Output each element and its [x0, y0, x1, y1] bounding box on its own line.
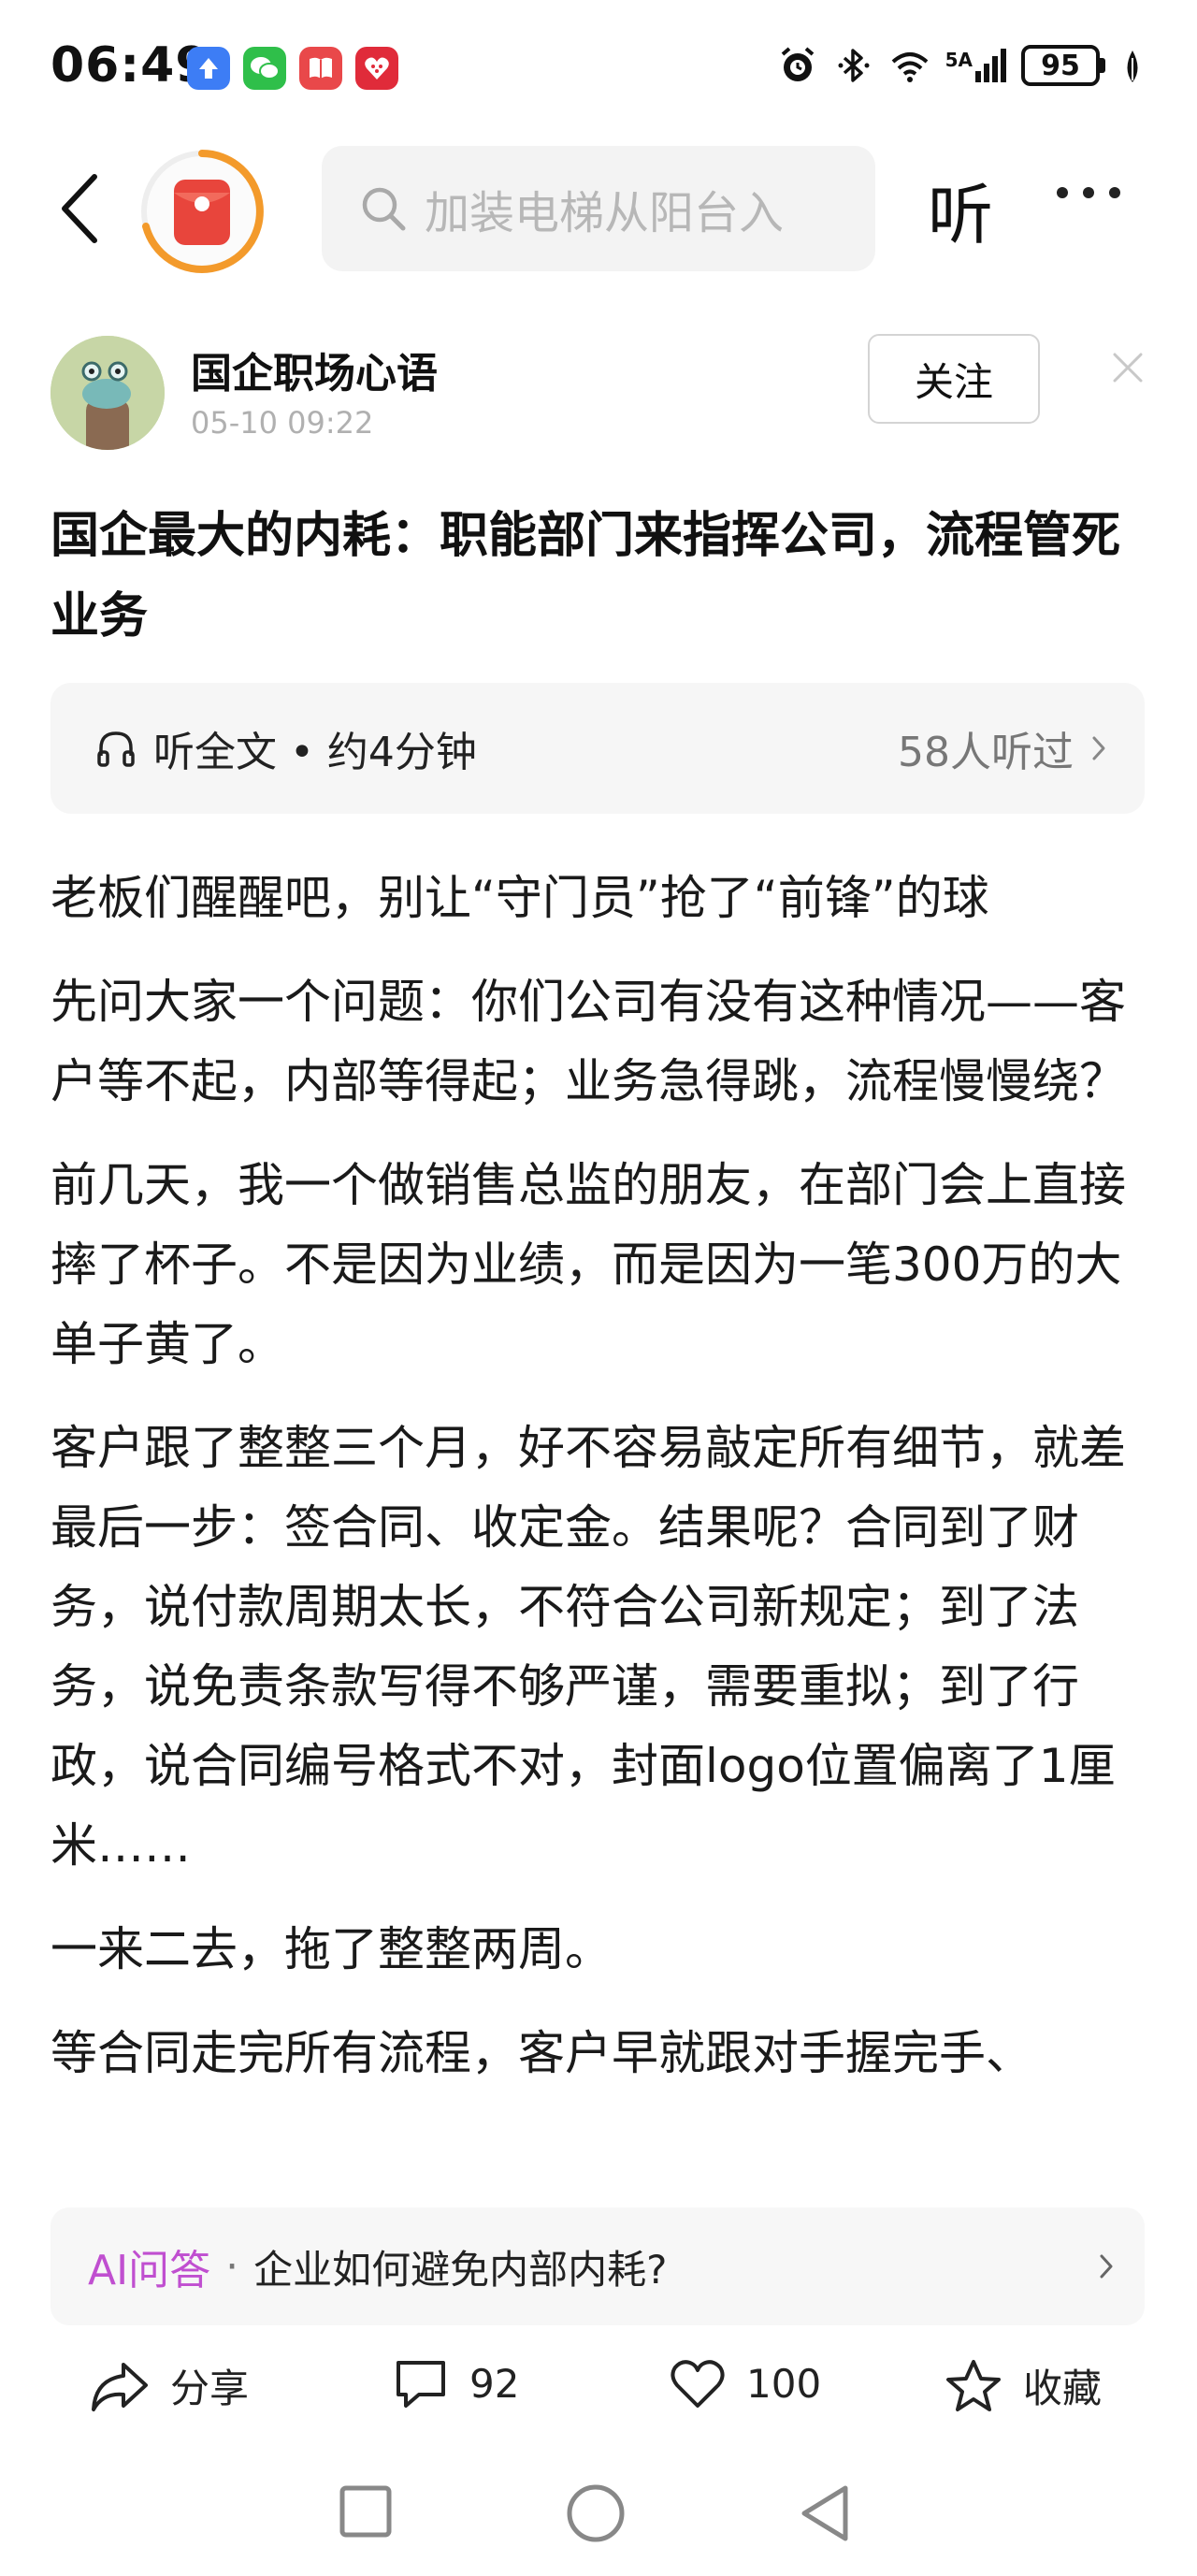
author-name[interactable]: 国企职场心语 — [191, 340, 438, 399]
bottom-action-bar: 分享 92 100 收藏 — [0, 2338, 1197, 2451]
article-paragraph: 先问大家一个问题：你们公司有没有这种情况——客户等不起，内部等得起；业务急得跳，… — [50, 975, 1126, 1108]
signal-icon: 5A — [945, 49, 1006, 82]
chevron-right-icon — [1100, 2254, 1113, 2279]
comment-button[interactable]: 92 — [393, 2357, 519, 2410]
status-right-group: 5A 95 — [777, 45, 1145, 86]
like-count: 100 — [746, 2360, 822, 2407]
heart-icon — [671, 2360, 725, 2408]
ai-qa-bar[interactable]: AI问答 · 企业如何避免内部内耗? — [50, 2207, 1145, 2325]
red-envelope-icon — [141, 150, 264, 273]
ai-qa-label: AI问答 — [88, 2247, 211, 2294]
alarm-icon — [781, 47, 814, 81]
status-bar: 06:49 5A 95 — [0, 0, 1197, 140]
share-button[interactable]: 分享 — [90, 2357, 249, 2414]
listen-label-group: 听全文 • 约4分钟 — [95, 718, 477, 778]
author-avatar[interactable] — [50, 336, 165, 450]
gift-icon — [355, 47, 398, 90]
ai-qa-separator: · — [225, 2242, 239, 2291]
book-icon — [299, 47, 342, 90]
comment-count: 92 — [469, 2360, 520, 2407]
network-type: 5A — [945, 49, 973, 71]
listen-button[interactable]: 听 — [928, 163, 993, 257]
status-time: 06:49 — [50, 37, 210, 94]
listen-full-text-label: 听全文 • 约4分钟 — [153, 729, 477, 776]
article-paragraph: 等合同走完所有流程，客户早就跟对手握完手、 — [50, 2026, 1032, 2080]
upload-icon — [187, 47, 230, 90]
bluetooth-icon — [838, 49, 870, 82]
article-paragraph: 一来二去，拖了整整两周。 — [50, 1922, 612, 1976]
article-paragraph: 老板们醒醒吧，别让“守门员”抢了“前锋”的球 — [50, 871, 989, 925]
home-icon[interactable] — [565, 2482, 627, 2544]
system-navigation-bar — [0, 2469, 1197, 2576]
snail-avatar-icon — [50, 336, 165, 450]
battery-indicator: 95 — [1021, 45, 1105, 86]
star-icon — [946, 2359, 1001, 2411]
author-row: 国企职场心语 05-10 09:22 关注 — [0, 332, 1197, 454]
search-placeholder: 加装电梯从阳台入 — [425, 187, 785, 239]
more-dot-icon — [1057, 187, 1068, 198]
like-button[interactable]: 100 — [670, 2357, 821, 2410]
search-icon — [362, 187, 406, 231]
app-logo-button[interactable] — [138, 148, 266, 275]
headphones-icon — [97, 731, 135, 767]
comment-icon — [397, 2361, 445, 2408]
status-app-icons — [187, 47, 398, 90]
more-options-button[interactable] — [1057, 187, 1120, 198]
article-title: 国企最大的内耗：职能部门来指挥公司，流程管死业务 — [50, 508, 1121, 644]
leaf-icon — [1127, 51, 1138, 82]
listener-count: 58人听过 — [898, 729, 1074, 776]
battery-tip — [1100, 58, 1105, 73]
chevron-left-icon — [62, 174, 97, 243]
listen-full-text-bar[interactable]: 听全文 • 约4分钟 58人听过 — [50, 683, 1145, 814]
more-dot-icon — [1109, 187, 1120, 198]
wifi-icon — [891, 52, 928, 82]
recent-apps-icon[interactable] — [337, 2482, 395, 2540]
share-icon — [92, 2362, 148, 2411]
battery-level: 95 — [1021, 45, 1100, 86]
ai-qa-question: 企业如何避免内部内耗? — [253, 2246, 668, 2293]
back-button[interactable] — [47, 166, 112, 251]
follow-button[interactable]: 关注 — [868, 334, 1040, 424]
top-header: 加装电梯从阳台入 听 — [0, 140, 1197, 273]
article-paragraph: 客户跟了整整三个月，好不容易敲定所有细节，就差最后一步：签合同、收定金。结果呢？… — [50, 1421, 1126, 1873]
search-bar[interactable]: 加装电梯从阳台入 — [322, 146, 875, 271]
article-body: 老板们醒醒吧，别让“守门员”抢了“前锋”的球 先问大家一个问题：你们公司有没有这… — [50, 859, 1154, 2118]
listener-count-group: 58人听过 — [898, 718, 1107, 778]
close-icon[interactable] — [1109, 349, 1147, 386]
back-nav-icon[interactable] — [797, 2482, 853, 2544]
more-dot-icon — [1083, 187, 1094, 198]
wechat-icon — [243, 47, 286, 90]
favorite-button[interactable]: 收藏 — [945, 2357, 1102, 2414]
chevron-right-icon — [1092, 736, 1105, 760]
article-paragraph: 前几天，我一个做销售总监的朋友，在部门会上直接摔了杯子。不是因为业绩，而是因为一… — [50, 1158, 1126, 1371]
publish-time: 05-10 09:22 — [191, 405, 374, 441]
favorite-label: 收藏 — [1023, 2366, 1103, 2411]
share-label: 分享 — [170, 2366, 250, 2411]
